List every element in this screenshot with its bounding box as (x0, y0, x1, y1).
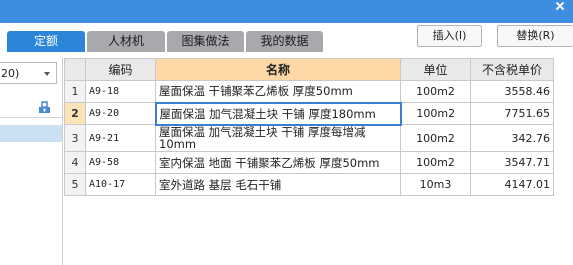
row-number: 1 (64, 80, 86, 103)
table-row[interactable]: 3 A9-21 屋面保温 加气混凝土块 干铺 厚度每增减10mm 100m2 3… (64, 124, 554, 152)
tab-rencaiji[interactable]: 人材机 (87, 31, 165, 52)
table-header: 编码 名称 单位 不含税单价 (64, 58, 554, 81)
cell-unit[interactable]: 100m2 (400, 102, 471, 125)
close-icon[interactable] (556, 2, 564, 10)
row-number: 5 (64, 173, 86, 196)
row-number: 3 (64, 124, 86, 152)
table-row[interactable]: 4 A9-58 室内保温 地面 干铺聚苯乙烯板 厚度50mm 100m2 354… (64, 151, 554, 174)
cell-code[interactable]: A9-21 (85, 124, 156, 152)
cell-name[interactable]: 室内保温 地面 干铺聚苯乙烯板 厚度50mm (155, 151, 401, 174)
cell-name[interactable]: 室外道路 基层 毛石干铺 (155, 173, 401, 196)
cell-code[interactable]: A9-18 (85, 80, 156, 103)
toolbar: 定额 人材机 图集做法 我的数据 插入(I) 替换(R) (0, 23, 573, 58)
cell-price[interactable]: 7751.65 (470, 102, 554, 125)
cell-unit[interactable]: 100m2 (400, 80, 471, 103)
cell-price[interactable]: 342.76 (470, 124, 554, 152)
title-bar (0, 0, 573, 23)
table-row[interactable]: 2 A9-20 屋面保温 加气混凝土块 干铺 厚度180mm 100m2 775… (64, 101, 554, 126)
tab-tujizuofa[interactable]: 图集做法 (167, 31, 244, 52)
cell-price[interactable]: 3547.71 (470, 151, 554, 174)
cell-code[interactable]: A9-20 (85, 102, 156, 125)
table-row[interactable]: 1 A9-18 屋面保温 干铺聚苯乙烯板 厚度50mm 100m2 3558.4… (64, 80, 554, 103)
cell-price[interactable]: 4147.01 (470, 173, 554, 196)
tree-node-icon[interactable] (38, 101, 51, 114)
left-panel: 20) (0, 58, 63, 265)
replace-button[interactable]: 替换(R) (497, 25, 573, 47)
cell-name-focused[interactable]: 屋面保温 加气混凝土块 干铺 厚度180mm (154, 101, 402, 126)
header-name[interactable]: 名称 (155, 58, 401, 81)
quota-table: 编码 名称 单位 不含税单价 1 A9-18 屋面保温 干铺聚苯乙烯板 厚度50… (64, 58, 554, 196)
cell-name[interactable]: 屋面保温 干铺聚苯乙烯板 厚度50mm (155, 80, 401, 103)
row-number: 2 (64, 102, 86, 125)
cell-price[interactable]: 3558.46 (470, 80, 554, 103)
library-select[interactable]: 20) (0, 62, 57, 84)
header-price[interactable]: 不含税单价 (470, 58, 554, 81)
cell-unit[interactable]: 100m2 (400, 124, 471, 152)
row-number: 4 (64, 151, 86, 174)
header-code[interactable]: 编码 (85, 58, 156, 81)
chevron-down-icon[interactable] (44, 72, 50, 76)
cell-unit[interactable]: 100m2 (400, 151, 471, 174)
cell-name[interactable]: 屋面保温 加气混凝土块 干铺 厚度每增减10mm (155, 124, 401, 152)
insert-button[interactable]: 插入(I) (417, 25, 482, 47)
cell-code[interactable]: A9-58 (85, 151, 156, 174)
table-row[interactable]: 5 A10-17 室外道路 基层 毛石干铺 10m3 4147.01 (64, 173, 554, 196)
tree-selected-item[interactable] (0, 125, 62, 142)
cell-unit[interactable]: 10m3 (400, 173, 471, 196)
header-unit[interactable]: 单位 (400, 58, 471, 81)
tab-dinge[interactable]: 定额 (7, 31, 85, 52)
tree-toolbar (0, 99, 62, 118)
library-select-value: 20) (1, 67, 20, 80)
tab-wodeshuju[interactable]: 我的数据 (246, 31, 323, 52)
header-rownum (64, 58, 86, 81)
cell-code[interactable]: A10-17 (85, 173, 156, 196)
